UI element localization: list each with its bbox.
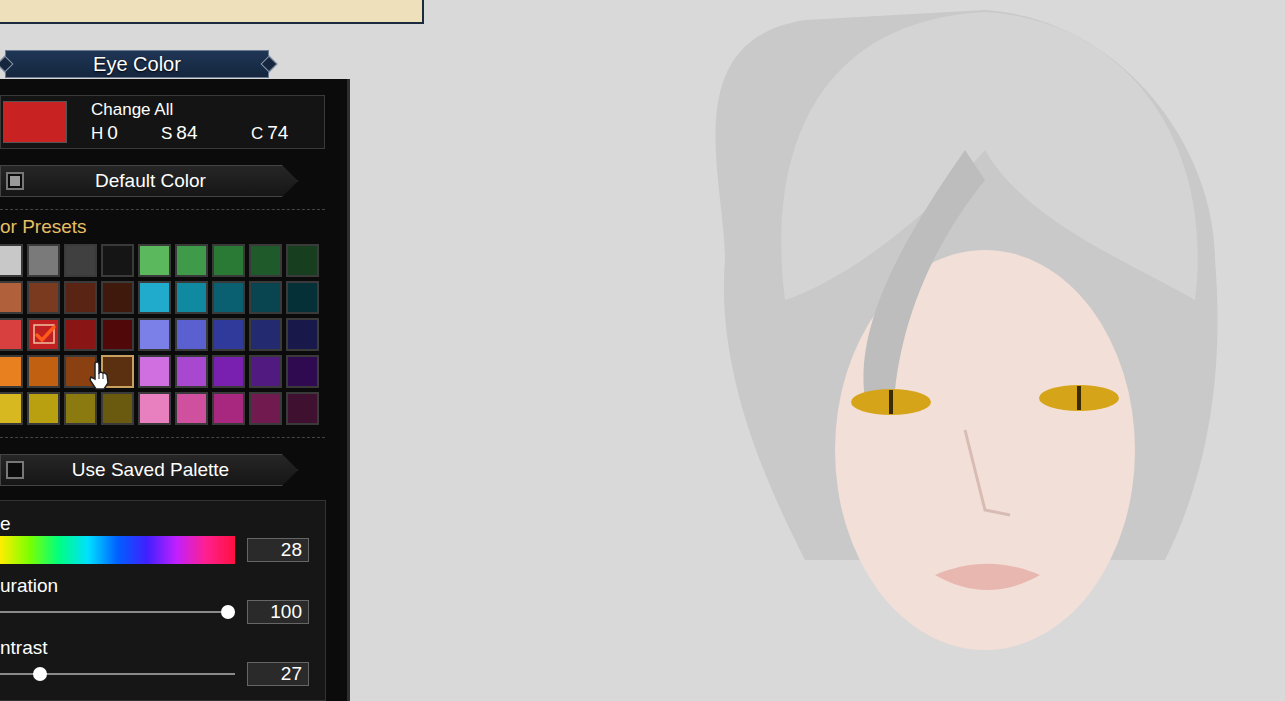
change-all[interactable]: Change AllH0S84C74 (0, 95, 325, 149)
checkbox[interactable] (6, 172, 24, 190)
preset-grid (0, 244, 325, 425)
preset-swatch[interactable] (249, 355, 282, 388)
preset-swatch[interactable] (249, 392, 282, 425)
preset-swatch[interactable] (27, 281, 60, 314)
preset-swatch[interactable] (249, 318, 282, 351)
preset-swatch[interactable] (64, 244, 97, 277)
slider-track[interactable] (0, 659, 235, 689)
slider-value[interactable]: 100 (247, 600, 309, 624)
preset-swatch[interactable] (138, 392, 171, 425)
current-swatch (3, 101, 67, 143)
preset-swatch[interactable] (175, 392, 208, 425)
preset-swatch[interactable] (64, 281, 97, 314)
hsc-value: H0 (91, 122, 161, 144)
slider-box: e 28 uration 100 ntrast 27 (0, 500, 326, 701)
hand-cursor-icon (87, 361, 113, 391)
hsc-values: H0S84C74 (91, 122, 311, 144)
preset-swatch[interactable] (138, 355, 171, 388)
preset-swatch[interactable] (138, 281, 171, 314)
preset-swatch[interactable] (101, 355, 134, 388)
character-editor: Eye Color Change AllH0S84C74 Default Color… (0, 0, 1285, 701)
preset-swatch[interactable] (101, 318, 134, 351)
preset-swatch[interactable] (27, 318, 60, 351)
slider-label: ntrast (0, 637, 325, 659)
preset-swatch[interactable] (138, 244, 171, 277)
ornament-icon (0, 56, 13, 73)
ornament-icon (261, 56, 278, 73)
presets-title: or Presets (0, 216, 325, 238)
preset-swatch[interactable] (212, 392, 245, 425)
preset-swatch[interactable] (175, 318, 208, 351)
change-all-label: Change All (91, 100, 311, 120)
preset-swatch[interactable] (175, 281, 208, 314)
slider-row: ntrast 27 (0, 637, 325, 689)
preset-swatch[interactable] (286, 355, 319, 388)
slider-value[interactable]: 28 (247, 538, 309, 562)
preset-swatch[interactable] (212, 355, 245, 388)
left-column: Eye Color Change AllH0S84C74 Default Color… (0, 0, 425, 701)
preset-swatch[interactable] (0, 318, 23, 351)
slider-track[interactable] (0, 597, 235, 627)
slider-knob[interactable] (221, 605, 235, 619)
preset-swatch[interactable] (64, 318, 97, 351)
check-icon (33, 324, 57, 346)
checkbox[interactable] (6, 461, 24, 479)
slider-label: uration (0, 575, 325, 597)
preset-swatch[interactable] (64, 392, 97, 425)
preset-swatch[interactable] (175, 355, 208, 388)
preset-swatch[interactable] (27, 244, 60, 277)
preset-swatch[interactable] (249, 244, 282, 277)
preset-swatch[interactable] (0, 244, 23, 277)
preset-swatch[interactable] (0, 281, 23, 314)
default-color-button[interactable]: Default Color (0, 165, 298, 197)
preset-swatch[interactable] (286, 281, 319, 314)
preset-swatch[interactable] (286, 318, 319, 351)
preset-swatch[interactable] (286, 392, 319, 425)
separator (0, 437, 325, 438)
eye-color-panel: Change AllH0S84C74 Default Color or Preset… (0, 79, 350, 701)
preset-swatch[interactable] (212, 281, 245, 314)
preset-swatch[interactable] (101, 281, 134, 314)
preset-swatch[interactable] (64, 355, 97, 388)
preset-swatch[interactable] (27, 355, 60, 388)
separator (0, 209, 325, 210)
slider-label: e (0, 513, 325, 535)
preset-swatch[interactable] (249, 281, 282, 314)
character-face-icon (425, 0, 1285, 701)
preset-swatch[interactable] (0, 355, 23, 388)
preset-swatch[interactable] (101, 392, 134, 425)
preset-swatch[interactable] (138, 318, 171, 351)
title-row: Eye Color (0, 49, 350, 79)
hsc-value: C74 (251, 122, 311, 144)
hsc-value: S84 (161, 122, 251, 144)
slider-value[interactable]: 27 (247, 662, 309, 686)
preset-swatch[interactable] (175, 244, 208, 277)
parchment-strip (0, 0, 424, 24)
panel-title: Eye Color (5, 50, 269, 78)
slider-row: e 28 (0, 513, 325, 565)
hue-slider[interactable] (0, 536, 235, 564)
preset-swatch[interactable] (0, 392, 23, 425)
preset-swatch[interactable] (212, 244, 245, 277)
saved-palette-button[interactable]: Use Saved Palette (0, 454, 298, 486)
slider-knob[interactable] (33, 667, 47, 681)
preset-swatch[interactable] (27, 392, 60, 425)
character-preview (425, 0, 1285, 701)
preset-swatch[interactable] (286, 244, 319, 277)
preset-swatch[interactable] (212, 318, 245, 351)
preset-swatch[interactable] (101, 244, 134, 277)
slider-row: uration 100 (0, 575, 325, 627)
